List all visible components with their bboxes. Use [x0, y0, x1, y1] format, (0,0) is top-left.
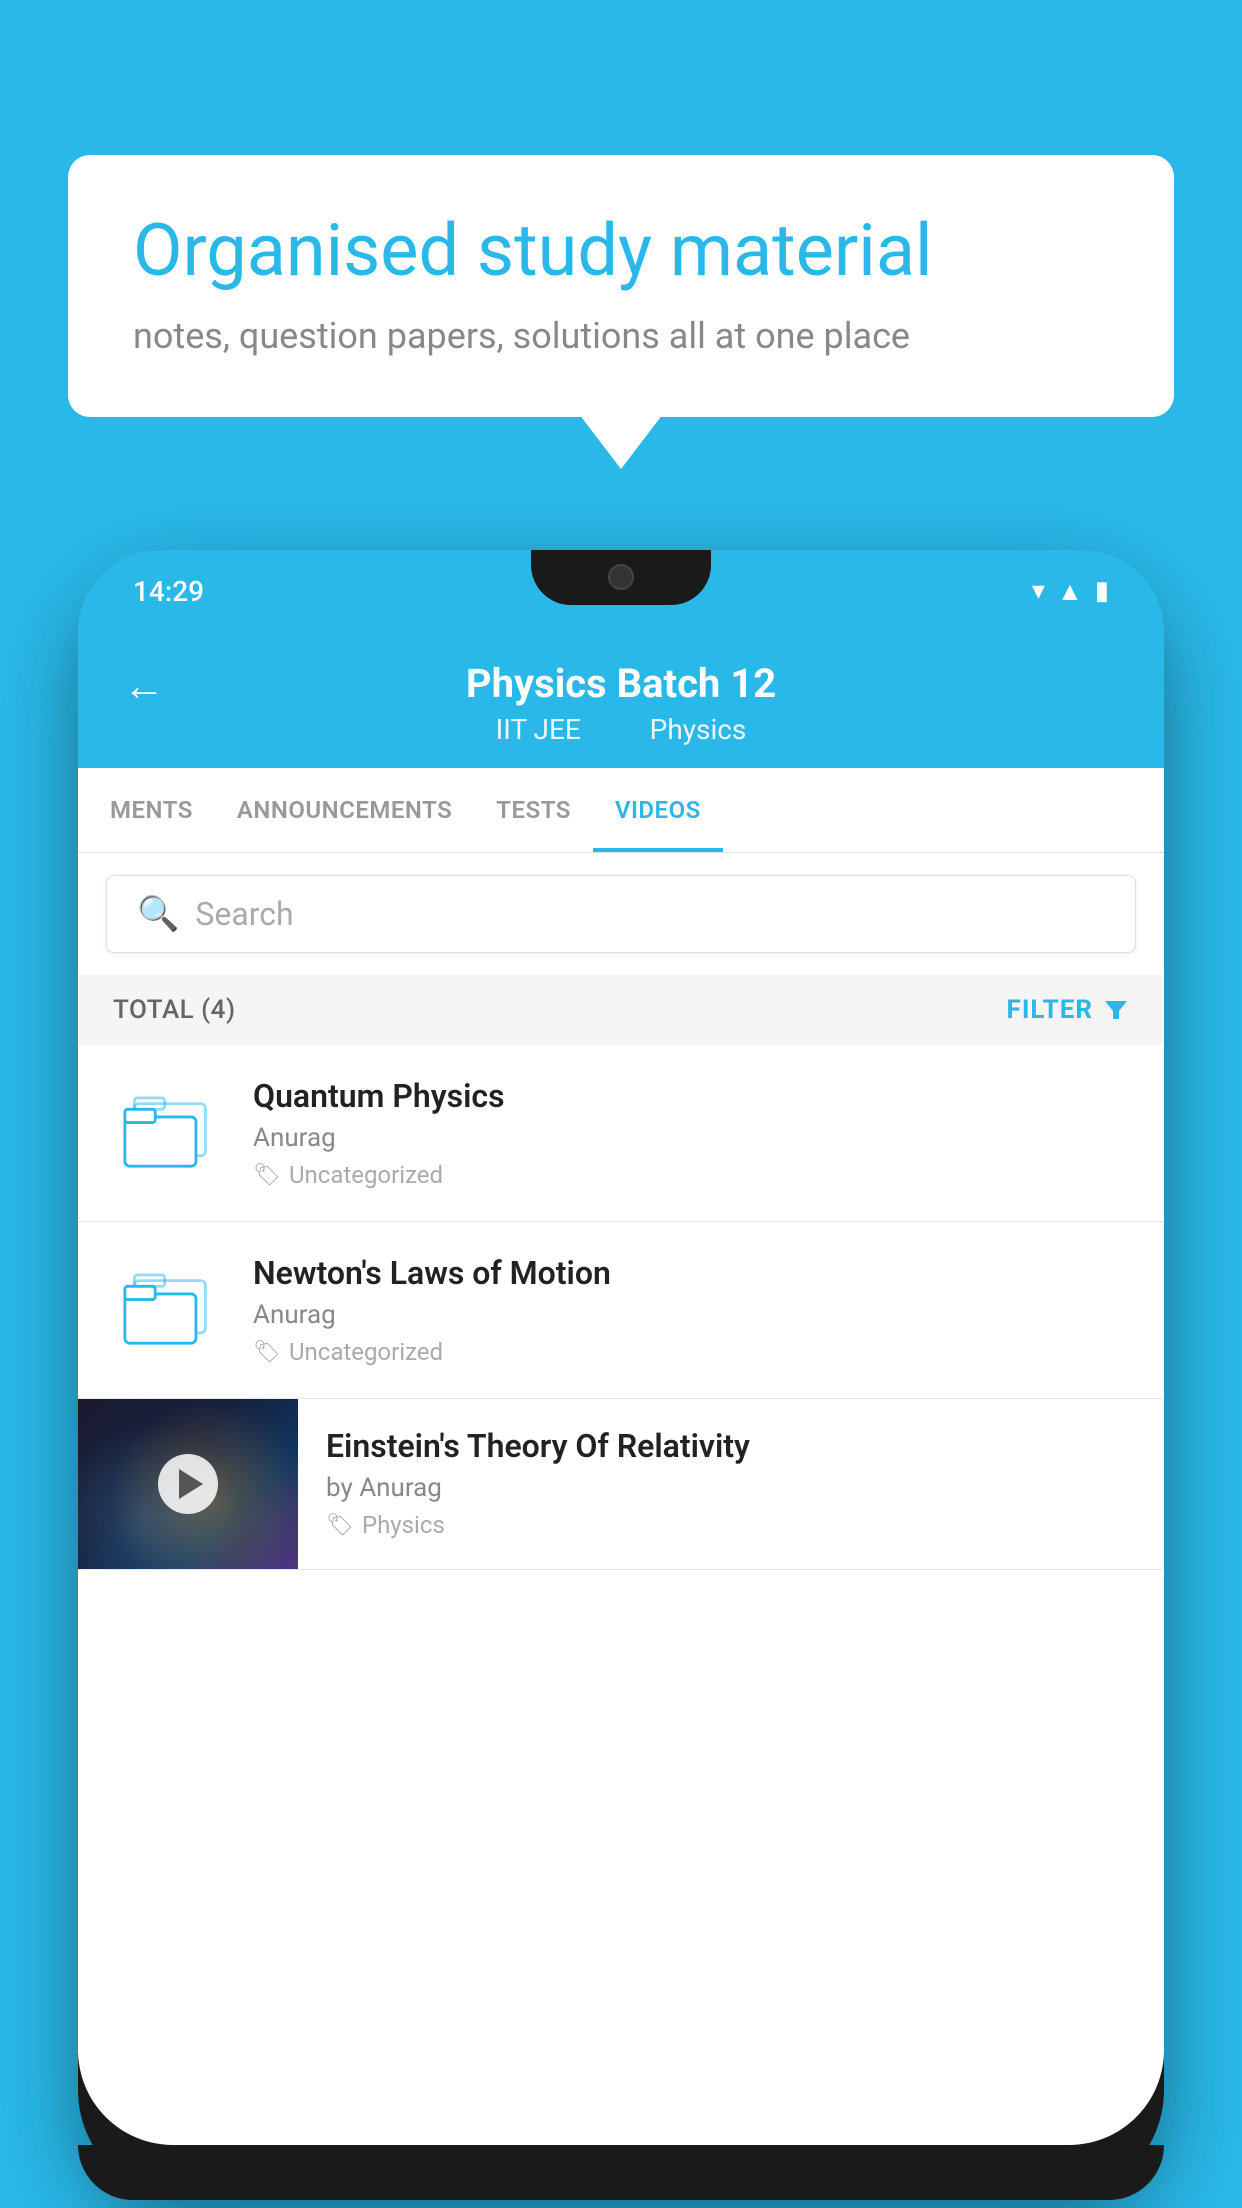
header-subtitle-part2: Physics: [650, 713, 747, 746]
play-triangle-icon: [179, 1469, 203, 1499]
filter-label: FILTER: [1007, 995, 1093, 1025]
back-button[interactable]: ←: [123, 662, 165, 711]
speech-bubble-container: Organised study material notes, question…: [68, 155, 1174, 417]
tag-icon-einstein: 🏷: [326, 1513, 354, 1538]
video-tag-text-newton: Uncategorized: [289, 1338, 443, 1366]
video-tag-newton: 🏷 Uncategorized: [253, 1338, 1129, 1366]
einstein-info: Einstein's Theory Of Relativity by Anura…: [298, 1399, 1164, 1567]
folder-icon-quantum: [113, 1088, 223, 1178]
tab-tests[interactable]: TESTS: [474, 768, 593, 852]
phone-screen: ← Physics Batch 12 IIT JEE Physics MENTS…: [78, 632, 1164, 2145]
tab-videos[interactable]: VIDEOS: [593, 768, 723, 852]
camera-dot: [608, 564, 634, 590]
phone-frame: 14:29 ▾ ▲ ▮ ← Physics Batch 12 IIT JEE P…: [78, 550, 1164, 2200]
einstein-tag-text: Physics: [362, 1511, 445, 1539]
video-info-quantum: Quantum Physics Anurag 🏷 Uncategorized: [253, 1077, 1129, 1189]
einstein-tag: 🏷 Physics: [326, 1511, 1136, 1539]
search-input-placeholder[interactable]: Search: [195, 895, 293, 933]
status-icons: ▾ ▲ ▮: [1032, 576, 1109, 607]
search-bar[interactable]: 🔍 Search: [106, 875, 1136, 953]
video-item-einstein[interactable]: Einstein's Theory Of Relativity by Anura…: [78, 1399, 1164, 1570]
header-subtitle-part1: IIT JEE: [496, 713, 581, 746]
video-title-newton: Newton's Laws of Motion: [253, 1254, 1129, 1292]
video-item-newton[interactable]: Newton's Laws of Motion Anurag 🏷 Uncateg…: [78, 1222, 1164, 1399]
tab-ments[interactable]: MENTS: [88, 768, 215, 852]
video-title-quantum: Quantum Physics: [253, 1077, 1129, 1115]
total-count: TOTAL (4): [113, 995, 236, 1025]
einstein-thumbnail: [78, 1399, 298, 1569]
video-author-quantum: Anurag: [253, 1123, 1129, 1153]
signal-icon: ▲: [1057, 576, 1083, 607]
folder-icon-newton: [113, 1265, 223, 1355]
battery-icon: ▮: [1095, 576, 1109, 606]
header-subtitle-separator: [612, 713, 626, 746]
video-info-newton: Newton's Laws of Motion Anurag 🏷 Uncateg…: [253, 1254, 1129, 1366]
app-header: ← Physics Batch 12 IIT JEE Physics: [78, 632, 1164, 768]
folder-svg-quantum: [123, 1094, 213, 1172]
bubble-title: Organised study material: [133, 210, 1109, 293]
status-time: 14:29: [133, 575, 204, 608]
filter-bar: TOTAL (4) FILTER: [78, 975, 1164, 1045]
search-icon: 🔍: [137, 894, 179, 934]
video-list: Quantum Physics Anurag 🏷 Uncategorized: [78, 1045, 1164, 1570]
search-bar-container: 🔍 Search: [78, 853, 1164, 975]
video-author-newton: Anurag: [253, 1300, 1129, 1330]
tab-announcements[interactable]: ANNOUNCEMENTS: [215, 768, 474, 852]
filter-button[interactable]: FILTER: [1007, 995, 1129, 1025]
bubble-subtitle: notes, question papers, solutions all at…: [133, 315, 1109, 357]
video-item-quantum[interactable]: Quantum Physics Anurag 🏷 Uncategorized: [78, 1045, 1164, 1222]
video-tag-text-quantum: Uncategorized: [289, 1161, 443, 1189]
phone-notch: [531, 550, 711, 605]
status-bar: 14:29 ▾ ▲ ▮: [78, 550, 1164, 632]
einstein-title: Einstein's Theory Of Relativity: [326, 1427, 1136, 1465]
header-subtitle: IIT JEE Physics: [484, 713, 759, 746]
filter-funnel-icon: [1103, 997, 1129, 1023]
einstein-author: by Anurag: [326, 1473, 1136, 1503]
tag-icon-newton: 🏷: [253, 1340, 281, 1365]
video-tag-quantum: 🏷 Uncategorized: [253, 1161, 1129, 1189]
play-button[interactable]: [158, 1454, 218, 1514]
speech-bubble: Organised study material notes, question…: [68, 155, 1174, 417]
phone-bottom: [78, 2145, 1164, 2200]
folder-svg-newton: [123, 1271, 213, 1349]
wifi-icon: ▾: [1032, 576, 1045, 606]
tag-icon-quantum: 🏷: [253, 1163, 281, 1188]
header-title: Physics Batch 12: [466, 660, 776, 707]
tab-bar: MENTS ANNOUNCEMENTS TESTS VIDEOS: [78, 768, 1164, 853]
